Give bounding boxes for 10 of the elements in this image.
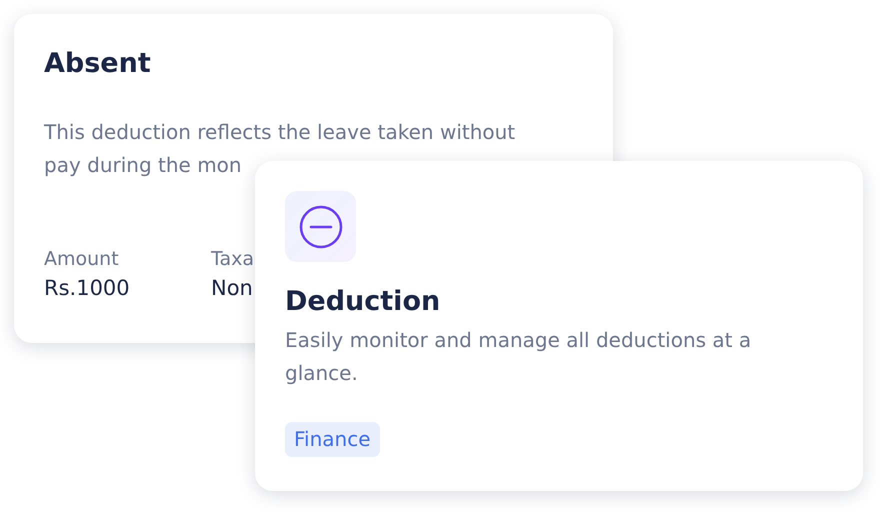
card-title: Absent (44, 47, 152, 81)
tag-label: Finance (285, 422, 380, 457)
card-title: Deduction (285, 285, 442, 319)
description-line: pay during the mon (44, 152, 242, 179)
description-line: This deduction reflects the leave taken without (44, 119, 516, 146)
field-label: Amount (44, 247, 119, 272)
field-value: Non (211, 275, 253, 302)
card-description: Easily monitor and manage all deductions at a glance. (285, 327, 752, 387)
field-value: Rs.1000 (44, 275, 130, 302)
field-label: Taxa (211, 247, 254, 272)
